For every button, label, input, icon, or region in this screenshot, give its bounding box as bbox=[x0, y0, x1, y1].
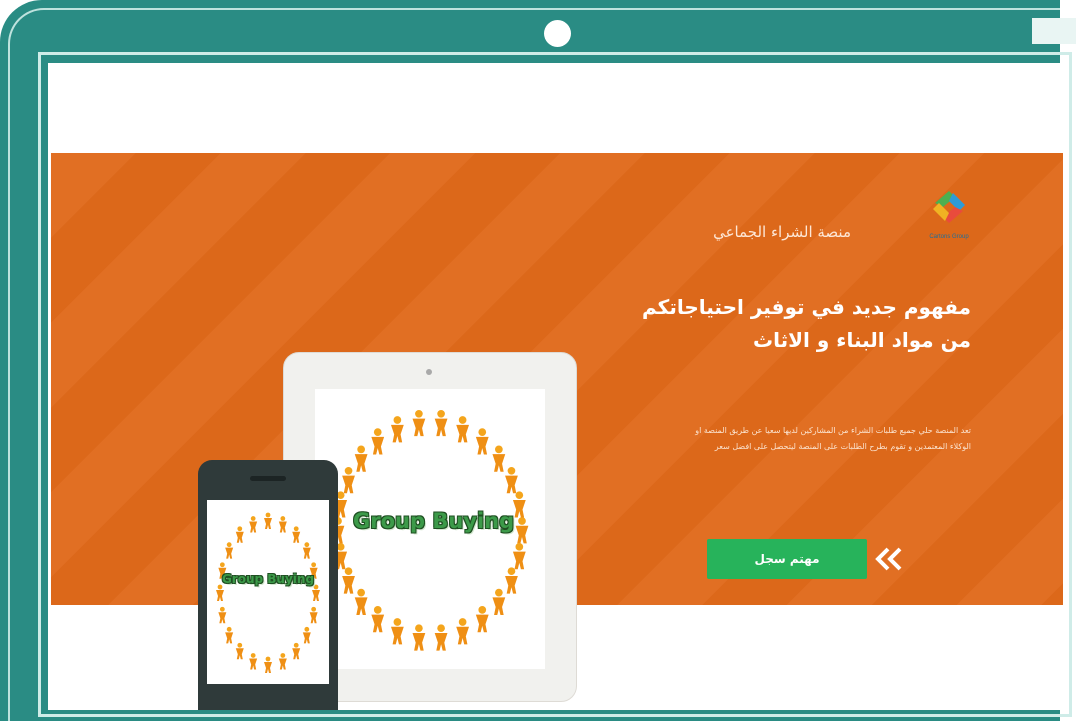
tablet-camera bbox=[426, 369, 432, 375]
phone-screen: Group Buying bbox=[207, 500, 329, 684]
person-figure bbox=[225, 626, 234, 644]
double-chevron-left-icon[interactable] bbox=[871, 539, 907, 579]
person-figure bbox=[354, 588, 368, 616]
person-figure bbox=[456, 618, 470, 645]
person-figure bbox=[434, 409, 448, 437]
phone-speaker bbox=[250, 476, 286, 481]
person-figure bbox=[302, 542, 311, 559]
person-figure bbox=[505, 466, 518, 494]
brand-logo-icon[interactable]: Cartons Group bbox=[915, 183, 983, 243]
group-buying-people-ring-icon bbox=[216, 512, 320, 673]
person-figure bbox=[235, 526, 244, 543]
person-figure bbox=[235, 642, 244, 660]
hero-section: Cartons Group منصة الشراء الجماعي مفهوم … bbox=[51, 153, 1063, 710]
person-figure bbox=[492, 445, 506, 472]
person-figure bbox=[278, 653, 287, 670]
person-figure bbox=[278, 516, 287, 533]
person-figure bbox=[512, 543, 526, 570]
person-figure bbox=[302, 626, 311, 644]
device-frame-edge bbox=[1032, 18, 1076, 44]
person-figure bbox=[475, 428, 489, 455]
person-figure bbox=[216, 584, 224, 601]
person-figure bbox=[312, 584, 320, 601]
person-figure bbox=[342, 466, 355, 494]
device-screen: Cartons Group منصة الشراء الجماعي مفهوم … bbox=[48, 63, 1066, 710]
person-figure bbox=[371, 606, 385, 633]
register-interest-button[interactable]: مهتم سجل bbox=[707, 539, 867, 579]
person-figure bbox=[434, 624, 448, 651]
person-figure bbox=[249, 516, 258, 533]
person-figure bbox=[412, 409, 426, 437]
person-figure bbox=[309, 606, 318, 624]
phone-mockup: Group Buying bbox=[198, 460, 338, 710]
person-figure bbox=[218, 606, 227, 624]
person-figure bbox=[515, 517, 529, 544]
person-figure bbox=[371, 428, 385, 455]
person-figure bbox=[292, 526, 301, 543]
person-figure bbox=[390, 618, 404, 645]
person-figure bbox=[264, 512, 272, 529]
phone-group-buying-label: Group Buying bbox=[221, 572, 315, 586]
brand-logo-text: Cartons Group bbox=[929, 234, 969, 240]
person-figure bbox=[225, 542, 234, 559]
device-camera bbox=[544, 20, 571, 47]
hero-headline: مفهوم جديد في توفير احتياجاتكم من مواد ا… bbox=[642, 295, 971, 352]
person-figure bbox=[512, 491, 526, 518]
person-figure bbox=[412, 624, 426, 651]
hero-description: تعد المنصة حلي جميع طلبات الشراء من المش… bbox=[695, 426, 971, 451]
person-figure bbox=[264, 656, 272, 673]
person-figure bbox=[354, 445, 368, 472]
person-figure bbox=[505, 567, 518, 594]
person-figure bbox=[249, 653, 258, 670]
person-figure bbox=[390, 416, 404, 443]
brand-name: منصة الشراء الجماعي bbox=[713, 223, 851, 241]
person-figure bbox=[475, 606, 489, 633]
tablet-screen: Group Buying bbox=[315, 389, 545, 669]
person-figure bbox=[342, 567, 355, 594]
person-figure bbox=[292, 642, 301, 660]
tablet-group-buying-label: Group Buying bbox=[353, 509, 515, 533]
person-figure bbox=[492, 588, 506, 616]
person-figure bbox=[456, 416, 470, 443]
